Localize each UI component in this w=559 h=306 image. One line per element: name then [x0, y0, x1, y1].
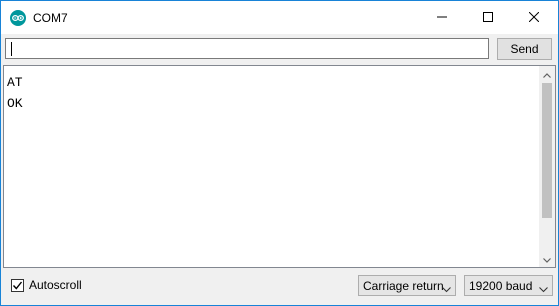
serial-input-field[interactable] — [5, 38, 489, 59]
window-title: COM7 — [33, 11, 68, 25]
vertical-scrollbar[interactable] — [539, 66, 555, 267]
close-button[interactable] — [511, 1, 557, 34]
status-bar: Autoscroll Carriage return 19200 baud — [1, 269, 558, 305]
scrollbar-thumb[interactable] — [542, 83, 552, 218]
maximize-button[interactable] — [465, 1, 511, 34]
title-bar[interactable]: COM7 — [1, 1, 558, 34]
output-line: OK — [7, 96, 23, 111]
send-button[interactable]: Send — [497, 38, 552, 60]
text-caret — [11, 42, 12, 56]
output-line: AT — [7, 75, 23, 90]
autoscroll-label: Autoscroll — [29, 278, 82, 292]
chevron-down-icon — [539, 282, 548, 296]
autoscroll-checkbox[interactable] — [11, 278, 24, 292]
baud-rate-value: 19200 baud — [469, 278, 533, 293]
chevron-down-icon — [543, 250, 551, 268]
baud-rate-dropdown[interactable]: 19200 baud — [464, 275, 553, 296]
autoscroll-toggle[interactable]: Autoscroll — [11, 278, 82, 292]
scroll-up-button[interactable] — [539, 66, 555, 82]
serial-monitor-window: COM7 Send AT OK Autoscroll Carriage retu… — [0, 0, 559, 306]
chevron-up-icon — [543, 65, 551, 83]
output-text: AT OK — [7, 72, 23, 114]
maximize-icon — [483, 9, 493, 27]
minimize-button[interactable] — [419, 1, 465, 34]
chevron-down-icon — [442, 282, 451, 296]
line-ending-dropdown[interactable]: Carriage return — [358, 275, 456, 296]
minimize-icon — [437, 9, 447, 27]
serial-output-area[interactable]: AT OK — [3, 65, 556, 268]
scroll-down-button[interactable] — [539, 251, 555, 267]
line-ending-value: Carriage return — [363, 278, 444, 293]
arduino-logo-icon — [10, 10, 26, 26]
close-icon — [528, 9, 540, 27]
checkmark-icon — [12, 281, 23, 290]
